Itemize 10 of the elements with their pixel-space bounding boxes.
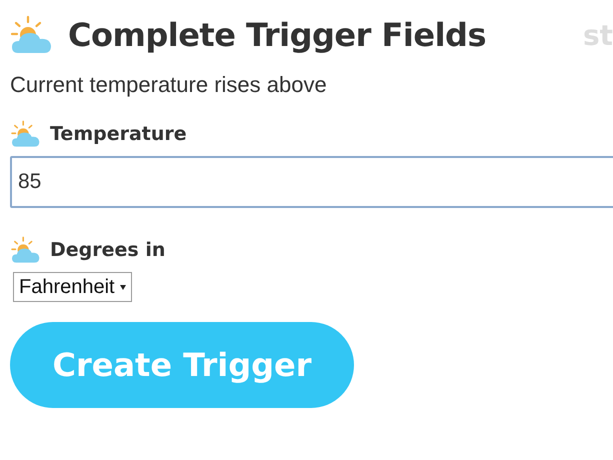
- sun-cloud-icon: [10, 236, 42, 264]
- field-label: Temperature: [50, 123, 187, 145]
- unit-dropdown[interactable]: Fahrenheit: [13, 272, 132, 302]
- field-label: Degrees in: [50, 239, 166, 261]
- caret-icon: [120, 284, 126, 290]
- temperature-input[interactable]: 85: [10, 156, 613, 208]
- page-title: Complete Trigger Fields: [68, 16, 486, 54]
- sun-cloud-icon: [10, 120, 42, 148]
- sun-cloud-icon: [10, 15, 54, 55]
- trigger-description: Current temperature rises above: [10, 72, 328, 98]
